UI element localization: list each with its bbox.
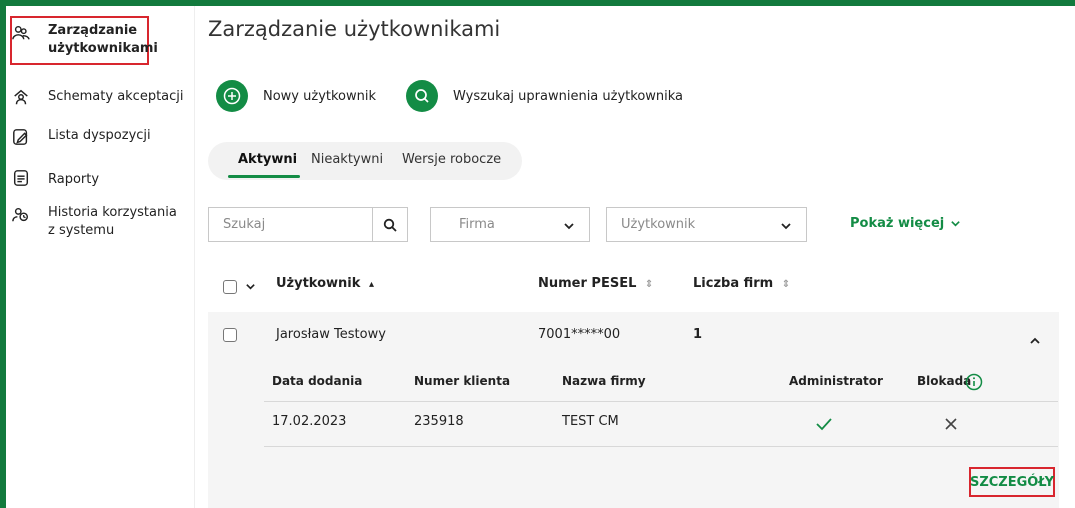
sidebar-item-label: Historia korzystania z systemu [48,205,177,238]
plus-circle-icon [216,80,248,112]
details-header: Numer klienta [414,374,511,388]
users-admin-icon [10,22,32,44]
user-select[interactable]: Użytkownik [606,207,807,242]
user-name: Jarosław Testowy [276,327,386,342]
sidebar-item-user-management[interactable]: Zarządzanie użytkownikami [6,22,195,62]
details-button[interactable]: SZCZEGÓŁY [969,467,1055,497]
search-submit-button[interactable] [372,208,407,241]
info-icon[interactable] [965,373,983,391]
column-company-count[interactable]: Liczba firm ⇕ [693,276,790,291]
show-more-filters[interactable]: Pokaż więcej [850,216,961,231]
column-header: Liczba firm [693,276,774,291]
x-icon [945,418,957,430]
sidebar: Zarządzanie użytkownikami Schematy akcep… [6,6,195,508]
company-placeholder: Firma [459,217,495,232]
new-user-button[interactable]: Nowy użytkownik [216,80,376,112]
chevron-down-icon [951,221,960,227]
company-select[interactable]: Firma [430,207,590,242]
select-all-checkbox[interactable] [223,280,237,294]
client-number: 235918 [414,414,464,429]
search-field[interactable]: Szukaj [208,207,408,242]
column-header: Numer PESEL [538,276,637,291]
sidebar-item-usage-history[interactable]: Historia korzystania z systemu [6,204,195,244]
column-pesel[interactable]: Numer PESEL ⇕ [538,276,653,291]
search-icon [406,80,438,112]
chevron-up-icon[interactable] [1029,336,1041,346]
company-count-value: 1 [693,327,703,342]
chevron-down-icon [564,223,574,230]
details-header: Data dodania [272,374,363,388]
check-icon [816,418,832,431]
active-tab-indicator [228,175,300,178]
sidebar-item-label: Raporty [48,172,100,187]
sidebar-item-disposition-list[interactable]: Lista dyspozycji [6,126,195,148]
tab-drafts[interactable]: Wersje robocze [402,152,501,167]
divider [264,401,1058,402]
page-title: Zarządzanie użytkownikami [208,17,501,41]
search-permissions-label: Wyszukaj uprawnienia użytkownika [453,88,684,104]
row-checkbox[interactable] [223,328,237,342]
date-added: 17.02.2023 [272,414,347,429]
approval-scheme-icon [10,86,32,108]
sidebar-item-label: Zarządzanie użytkownikami [48,23,158,56]
sidebar-item-reports[interactable]: Raporty [6,167,195,189]
pesel-value: 7001*****00 [538,327,621,342]
tab-active[interactable]: Aktywni [238,152,297,167]
user-history-icon [10,204,32,226]
sidebar-item-label: Schematy akceptacji [48,89,184,104]
sort-icon: ▴︎ [368,279,374,290]
sort-icon: ⇕ [781,279,791,290]
chevron-down-icon[interactable] [245,281,256,292]
sidebar-item-label: Lista dyspozycji [48,128,151,143]
details-header: Administrator [789,374,883,388]
search-input[interactable]: Szukaj [223,217,265,232]
sidebar-item-approval-schemes[interactable]: Schematy akceptacji [6,86,195,108]
report-icon [10,167,32,189]
show-more-label: Pokaż więcej [850,216,945,231]
details-header: Nazwa firmy [562,374,646,388]
divider [264,446,1058,447]
sort-icon: ⇕ [644,279,654,290]
company-name: TEST CM [562,414,619,429]
details-header: Blokada [917,374,972,388]
magnifier-icon [383,218,397,232]
edit-document-icon [10,126,32,148]
new-user-label: Nowy użytkownik [263,88,377,104]
status-tabs: Aktywni Nieaktywni Wersje robocze [208,142,522,180]
column-header: Użytkownik [276,276,361,291]
column-user[interactable]: Użytkownik ▴︎ [276,276,374,291]
user-placeholder: Użytkownik [621,217,696,232]
tab-inactive[interactable]: Nieaktywni [311,152,383,167]
search-permissions-button[interactable]: Wyszukaj uprawnienia użytkownika [406,80,683,112]
chevron-down-icon [781,223,791,230]
